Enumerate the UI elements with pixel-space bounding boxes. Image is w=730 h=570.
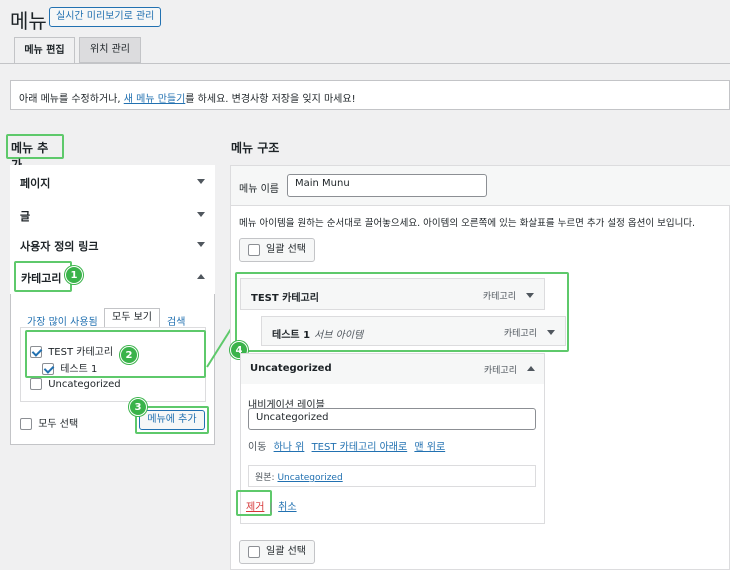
original-label: 원본: <box>255 473 275 483</box>
tab-manage-locations-label: 위치 관리 <box>90 44 130 55</box>
move-top-link[interactable]: 맨 위로 <box>414 442 445 453</box>
menu-item-title: Uncategorized <box>250 363 332 374</box>
move-row: 이동 하나 위 TEST 카테고리 아래로 맨 위로 <box>248 438 445 453</box>
tab-edit-menus-label: 메뉴 편집 <box>24 45 65 56</box>
annotation-badge-1: 1 <box>65 266 83 284</box>
section-categories-label: 카테고리 <box>21 272 62 285</box>
move-under-link[interactable]: TEST 카테고리 아래로 <box>312 442 408 453</box>
tab-manage-locations[interactable]: 위치 관리 <box>79 37 141 63</box>
subtab-search[interactable]: 검색 <box>167 313 185 328</box>
checkbox-icon[interactable] <box>248 244 260 256</box>
menu-name-label: 메뉴 이름 <box>239 184 279 195</box>
annotation-badge-3: 3 <box>129 398 147 416</box>
original-link[interactable]: Uncategorized <box>277 473 342 483</box>
new-menu-link[interactable]: 새 메뉴 만들기 <box>124 94 186 105</box>
menu-item-type: 카테고리 <box>483 366 517 376</box>
menu-item-type: 카테고리 <box>503 329 537 339</box>
bulk-select-label: 일괄 선택 <box>266 546 306 557</box>
menu-structure-heading: 메뉴 구조 <box>231 141 280 155</box>
menu-item-title: TEST 카테고리 <box>251 293 319 304</box>
menu-name-input[interactable]: Main Munu <box>287 174 487 197</box>
section-custom-links[interactable]: 사용자 정의 링크 <box>10 228 215 262</box>
annotation-badge-2: 2 <box>120 346 138 364</box>
select-all[interactable]: 모두 선택 <box>20 415 78 430</box>
notice-text-after: 를 하세요. 변경사항 저장을 잊지 마세요! <box>185 94 356 105</box>
checkbox-checked-icon[interactable] <box>30 346 42 358</box>
remove-cancel-row: 제거 | 취소 <box>246 498 297 513</box>
chevron-down-icon[interactable] <box>547 330 555 335</box>
select-all-label: 모두 선택 <box>38 419 79 430</box>
chevron-up-icon[interactable] <box>527 366 535 371</box>
section-custom-links-label: 사용자 정의 링크 <box>20 240 99 253</box>
section-pages[interactable]: 페이지 <box>10 165 215 199</box>
bulk-select-label: 일괄 선택 <box>266 244 306 255</box>
section-pages-label: 페이지 <box>20 177 51 190</box>
category-label: Uncategorized <box>48 379 121 390</box>
page-title: 메뉴 <box>10 9 47 33</box>
add-to-menu-button[interactable]: 메뉴에 추가 <box>139 410 205 430</box>
categories-heading-highlight: 카테고리 <box>14 261 72 292</box>
bulk-select-button-bottom[interactable]: 일괄 선택 <box>239 540 315 564</box>
menu-item-title: 테스트 1 <box>272 330 311 341</box>
chevron-down-icon[interactable] <box>526 293 534 298</box>
category-label: TEST 카테고리 <box>48 347 114 358</box>
notice-box: 아래 메뉴를 수정하거나, 새 메뉴 만들기를 하세요. 변경사항 저장을 잊지… <box>10 80 730 110</box>
category-option-test1[interactable]: 테스트 1 <box>42 360 97 375</box>
tab-divider <box>0 63 730 64</box>
chevron-down-icon <box>197 242 205 247</box>
bulk-select-button-top[interactable]: 일괄 선택 <box>239 238 315 262</box>
checkbox-checked-icon[interactable] <box>42 363 54 375</box>
menu-item-uncategorized-header[interactable]: Uncategorized 카테고리 <box>241 354 544 384</box>
category-option-uncategorized[interactable]: Uncategorized <box>30 378 121 390</box>
menu-item-type: 카테고리 <box>482 292 516 302</box>
menu-item-test-category[interactable]: TEST 카테고리 카테고리 <box>240 278 545 310</box>
remove-link[interactable]: 제거 <box>246 502 264 513</box>
move-label: 이동 <box>248 442 267 453</box>
nav-label-input[interactable]: Uncategorized <box>248 408 536 430</box>
checkbox-icon[interactable] <box>20 418 32 430</box>
separator: | <box>269 502 273 513</box>
category-option-test[interactable]: TEST 카테고리 <box>30 343 113 358</box>
original-box: 원본: Uncategorized <box>248 465 536 487</box>
chevron-up-icon <box>197 274 205 279</box>
chevron-down-icon <box>197 179 205 184</box>
chevron-down-icon <box>197 212 205 217</box>
menu-item-test1[interactable]: 테스트 1 서브 아이템 카테고리 <box>261 316 566 346</box>
category-label: 테스트 1 <box>60 364 98 375</box>
menu-item-subtitle: 서브 아이템 <box>314 330 364 341</box>
section-posts[interactable]: 글 <box>10 198 215 232</box>
menu-instructions: 메뉴 아이템을 원하는 순서대로 끌어놓으세요. 아이템의 오른쪽에 있는 화살… <box>239 218 696 229</box>
cancel-link[interactable]: 취소 <box>278 502 296 513</box>
move-up-link[interactable]: 하나 위 <box>274 442 305 453</box>
live-preview-button[interactable]: 실시간 미리보기로 관리 <box>49 7 162 27</box>
checkbox-icon[interactable] <box>248 546 260 558</box>
subtab-view-all[interactable]: 모두 보기 <box>104 308 160 328</box>
add-menu-items-heading: 메뉴 추가 <box>6 134 64 172</box>
checkbox-icon[interactable] <box>30 378 42 390</box>
notice-text-before: 아래 메뉴를 수정하거나, <box>19 94 121 105</box>
tab-edit-menus[interactable]: 메뉴 편집 <box>14 37 75 64</box>
section-posts-label: 글 <box>20 210 31 223</box>
subtab-most-used[interactable]: 가장 많이 사용됨 <box>27 313 98 328</box>
